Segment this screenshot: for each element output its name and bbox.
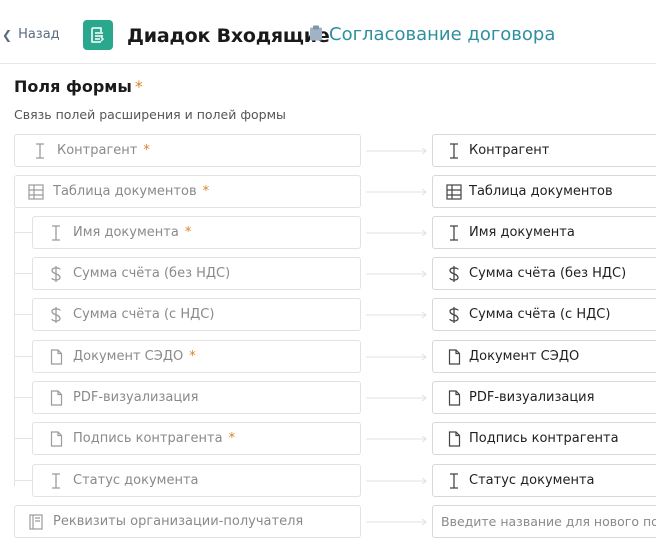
app-title: Диадок Входящие <box>127 25 330 47</box>
text-field-icon <box>445 472 463 490</box>
mapping-arrow-icon <box>366 394 427 402</box>
tree-connector-tick <box>14 480 32 481</box>
required-mark: * <box>134 77 143 96</box>
text-field-icon <box>47 472 65 490</box>
source-field[interactable]: Имя документа * <box>32 216 361 249</box>
required-mark: * <box>228 431 236 446</box>
tree-connector-tick <box>14 397 32 398</box>
source-field-label: Статус документа <box>73 473 199 488</box>
target-field-label: Подпись контрагента <box>469 431 619 446</box>
mapping-arrow-icon <box>366 477 427 485</box>
table-icon <box>27 183 45 201</box>
text-field-icon <box>445 224 463 242</box>
dollar-icon <box>47 306 65 324</box>
source-field-label: Подпись контрагента <box>73 431 223 446</box>
target-field[interactable]: Таблица документов <box>432 175 656 208</box>
source-field-label: Имя документа <box>73 225 179 240</box>
table-icon <box>445 183 463 201</box>
text-field-icon <box>31 142 49 160</box>
back-button[interactable]: ❮ Назад <box>2 27 60 42</box>
back-label: Назад <box>18 27 60 42</box>
target-field-label: Имя документа <box>469 225 575 240</box>
source-field-label: Таблица документов <box>53 184 197 199</box>
mapping-arrow-icon <box>366 435 427 443</box>
target-field[interactable]: PDF-визуализация <box>432 381 656 414</box>
source-field[interactable]: Сумма счёта (без НДС) <box>32 257 361 290</box>
tree-connector-tick <box>14 232 32 233</box>
top-bar: ❮ Назад Диадок Входящие Согласование дог… <box>0 0 656 64</box>
file-icon <box>445 430 463 448</box>
source-field-label: Контрагент <box>57 143 138 158</box>
target-field-label: Сумма счёта (без НДС) <box>469 266 627 281</box>
required-mark: * <box>189 349 196 364</box>
mapping-arrow-icon <box>366 270 427 278</box>
process-link[interactable]: Согласование договора <box>309 24 555 45</box>
text-field-icon <box>445 142 463 160</box>
file-icon <box>445 389 463 407</box>
target-field[interactable]: Сумма счёта (с НДС) <box>432 298 656 331</box>
mapping-arrow-icon <box>366 353 427 361</box>
source-field[interactable]: Сумма счёта (с НДС) <box>32 298 361 331</box>
section-description: Связь полей расширения и полей формы <box>14 107 286 122</box>
tree-connector-tick <box>14 438 32 439</box>
mapping-arrow-icon <box>366 229 427 237</box>
source-field[interactable]: Контрагент * <box>14 134 361 167</box>
dollar-icon <box>445 306 463 324</box>
target-field-label: Документ СЭДО <box>469 349 580 364</box>
source-field-label: Сумма счёта (с НДС) <box>73 307 215 322</box>
section-title: Поля формы * <box>14 77 143 96</box>
tree-connector-tick <box>14 356 32 357</box>
text-field-icon <box>47 224 65 242</box>
tree-connector-tick <box>14 314 32 315</box>
required-mark: * <box>143 143 150 158</box>
source-field[interactable]: PDF-визуализация <box>32 381 361 414</box>
source-field-label: Документ СЭДО <box>73 349 184 364</box>
section-title-text: Поля формы <box>14 77 132 96</box>
clipboard-icon <box>309 25 323 45</box>
new-field-name-input[interactable] <box>432 505 656 538</box>
target-field[interactable]: Документ СЭДО <box>432 340 656 373</box>
file-icon <box>445 348 463 366</box>
target-field[interactable]: Имя документа <box>432 216 656 249</box>
target-field-label: Контрагент <box>469 143 550 158</box>
target-field[interactable]: Подпись контрагента <box>432 422 656 455</box>
target-field-label: PDF-визуализация <box>469 390 595 405</box>
mapping-arrow-icon <box>366 311 427 319</box>
required-mark: * <box>184 225 192 240</box>
mapping-arrow-icon <box>366 147 427 155</box>
file-icon <box>47 389 65 407</box>
source-field-label: PDF-визуализация <box>73 390 199 405</box>
source-field[interactable]: Реквизиты организации-получателя <box>14 505 361 538</box>
target-field[interactable]: Статус документа <box>432 464 656 497</box>
target-field-label: Таблица документов <box>469 184 613 199</box>
source-field-label: Реквизиты организации-получателя <box>53 514 304 529</box>
source-field-label: Сумма счёта (без НДС) <box>73 266 231 281</box>
source-field[interactable]: Подпись контрагента * <box>32 422 361 455</box>
dollar-icon <box>445 265 463 283</box>
file-icon <box>47 430 65 448</box>
source-field[interactable]: Статус документа <box>32 464 361 497</box>
target-field[interactable]: Сумма счёта (без НДС) <box>432 257 656 290</box>
mapping-arrow-icon <box>366 518 427 526</box>
tree-connector <box>14 208 15 486</box>
chevron-left-icon: ❮ <box>2 27 13 42</box>
tree-connector-tick <box>14 273 32 274</box>
record-icon <box>27 513 45 531</box>
app-logo-icon <box>83 20 113 50</box>
source-field[interactable]: Документ СЭДО * <box>32 340 361 373</box>
dollar-icon <box>47 265 65 283</box>
process-title: Согласование договора <box>329 24 556 45</box>
required-mark: * <box>202 184 210 199</box>
target-field-label: Статус документа <box>469 473 595 488</box>
target-field-label: Сумма счёта (с НДС) <box>469 307 611 322</box>
source-field[interactable]: Таблица документов * <box>14 175 361 208</box>
target-field[interactable]: Контрагент <box>432 134 656 167</box>
mapping-arrow-icon <box>366 188 427 196</box>
file-icon <box>47 348 65 366</box>
